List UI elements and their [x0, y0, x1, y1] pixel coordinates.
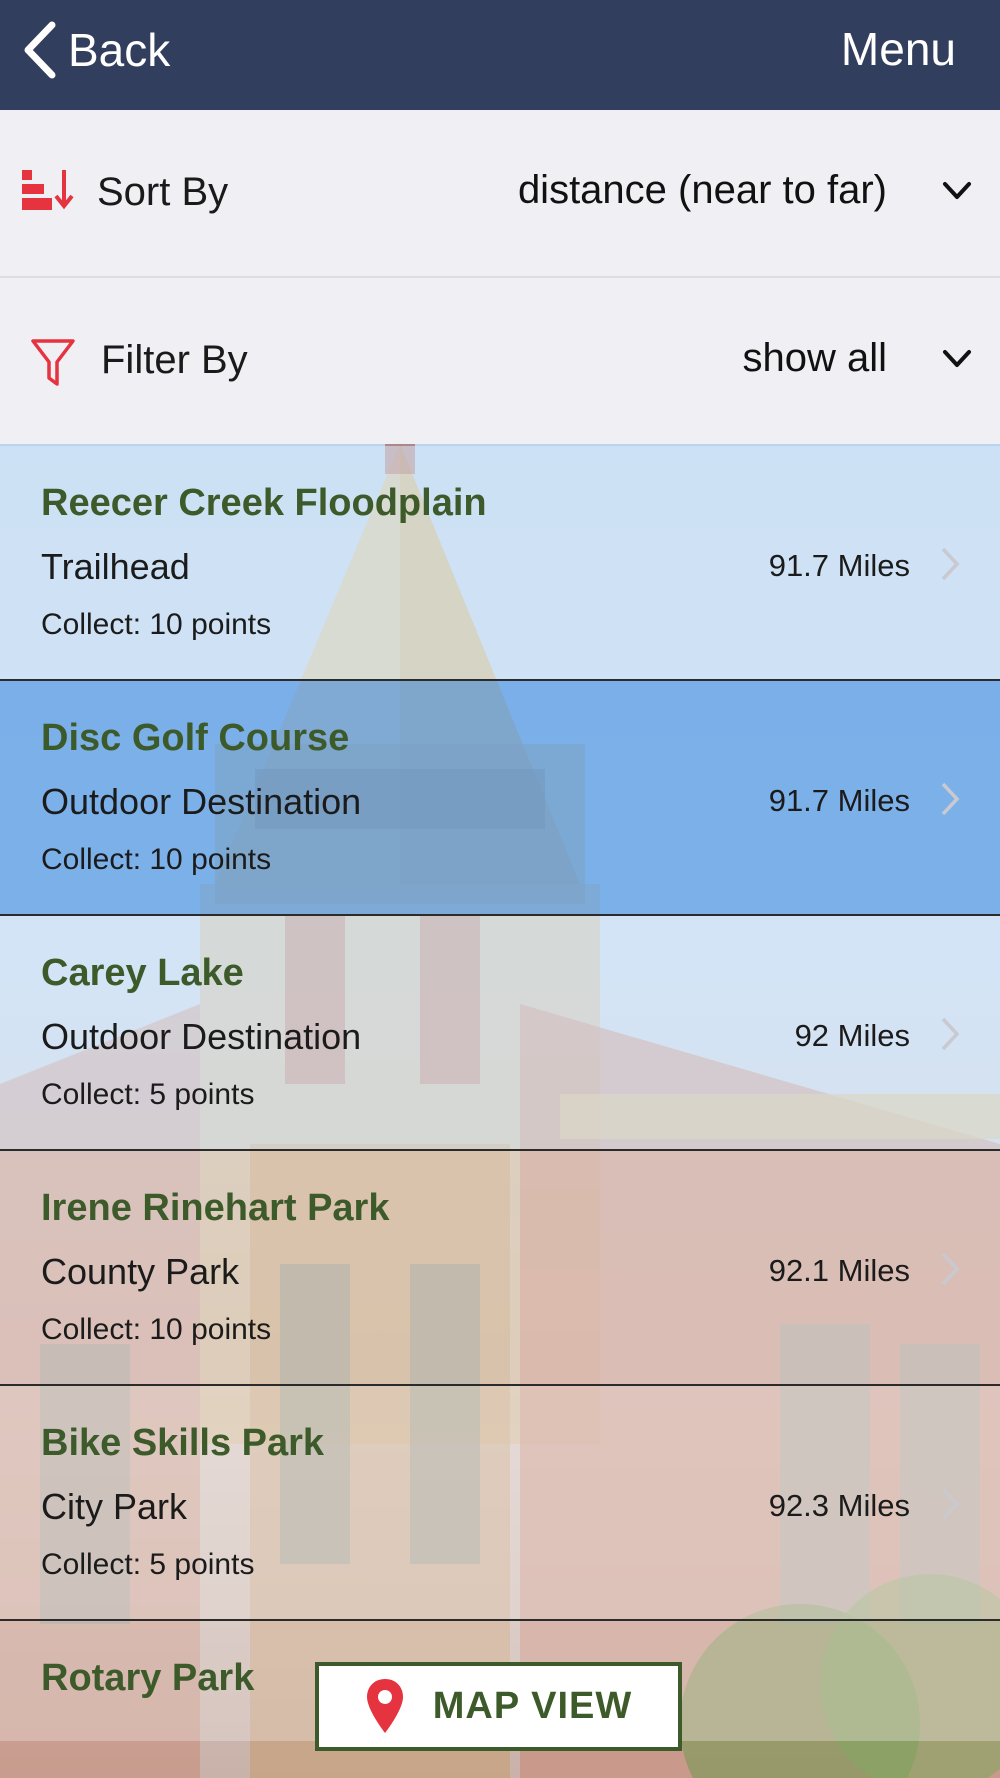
place-points: Collect: 5 points	[41, 1548, 255, 1581]
list-item[interactable]: Carey Lake Outdoor Destination Collect: …	[0, 916, 1000, 1151]
back-button[interactable]: Back	[22, 18, 170, 82]
place-points: Collect: 10 points	[41, 1313, 272, 1346]
list-item[interactable]: Bike Skills Park City Park Collect: 5 po…	[0, 1386, 1000, 1621]
place-points: Collect: 10 points	[41, 843, 272, 876]
list-item[interactable]: Reecer Creek Floodplain Trailhead Collec…	[0, 446, 1000, 681]
place-distance: 91.7 Miles	[768, 783, 910, 818]
place-distance: 92.1 Miles	[768, 1253, 910, 1288]
sort-icon	[22, 170, 74, 210]
chevron-right-icon	[941, 782, 960, 816]
chevron-right-icon	[941, 1252, 960, 1286]
filter-control[interactable]: Filter By show all	[0, 278, 1000, 446]
place-type: City Park	[41, 1486, 188, 1527]
chevron-right-icon	[941, 1017, 960, 1051]
place-distance: 92 Miles	[794, 1018, 910, 1053]
place-points: Collect: 10 points	[41, 608, 272, 641]
place-name: Disc Golf Course	[41, 717, 350, 759]
place-type: Outdoor Destination	[41, 781, 362, 822]
list-item[interactable]: Disc Golf Course Outdoor Destination Col…	[0, 681, 1000, 916]
chevron-right-icon	[941, 547, 960, 581]
chevron-down-icon	[943, 350, 971, 367]
place-type: Outdoor Destination	[41, 1016, 362, 1057]
sort-control[interactable]: Sort By distance (near to far)	[0, 110, 1000, 278]
filter-label: Filter By	[101, 338, 248, 382]
filter-value[interactable]: show all	[742, 336, 887, 381]
sort-value[interactable]: distance (near to far)	[518, 168, 887, 213]
place-name: Bike Skills Park	[41, 1422, 325, 1464]
sort-label: Sort By	[97, 170, 229, 214]
places-list: Reecer Creek Floodplain Trailhead Collec…	[0, 446, 1000, 1741]
map-view-button[interactable]: MAP VIEW	[315, 1662, 682, 1751]
place-points: Collect: 5 points	[41, 1078, 255, 1111]
place-name: Irene Rinehart Park	[41, 1187, 390, 1229]
place-name: Reecer Creek Floodplain	[41, 482, 487, 524]
filter-icon	[31, 339, 75, 386]
list-item[interactable]: Irene Rinehart Park County Park Collect:…	[0, 1151, 1000, 1386]
map-pin-icon	[366, 1678, 403, 1733]
nav-bar: Back Menu	[0, 0, 1000, 110]
place-type: Trailhead	[41, 546, 190, 587]
back-label: Back	[68, 24, 171, 76]
place-name: Rotary Park	[41, 1657, 255, 1699]
menu-button[interactable]: Menu	[841, 22, 956, 76]
chevron-right-icon	[941, 1487, 960, 1521]
place-type: County Park	[41, 1251, 240, 1292]
place-distance: 91.7 Miles	[768, 548, 910, 583]
map-view-label: MAP VIEW	[432, 1685, 633, 1727]
place-distance: 92.3 Miles	[768, 1488, 910, 1523]
chevron-down-icon	[943, 182, 971, 199]
chevron-left-icon	[24, 21, 56, 79]
place-name: Carey Lake	[41, 952, 244, 994]
